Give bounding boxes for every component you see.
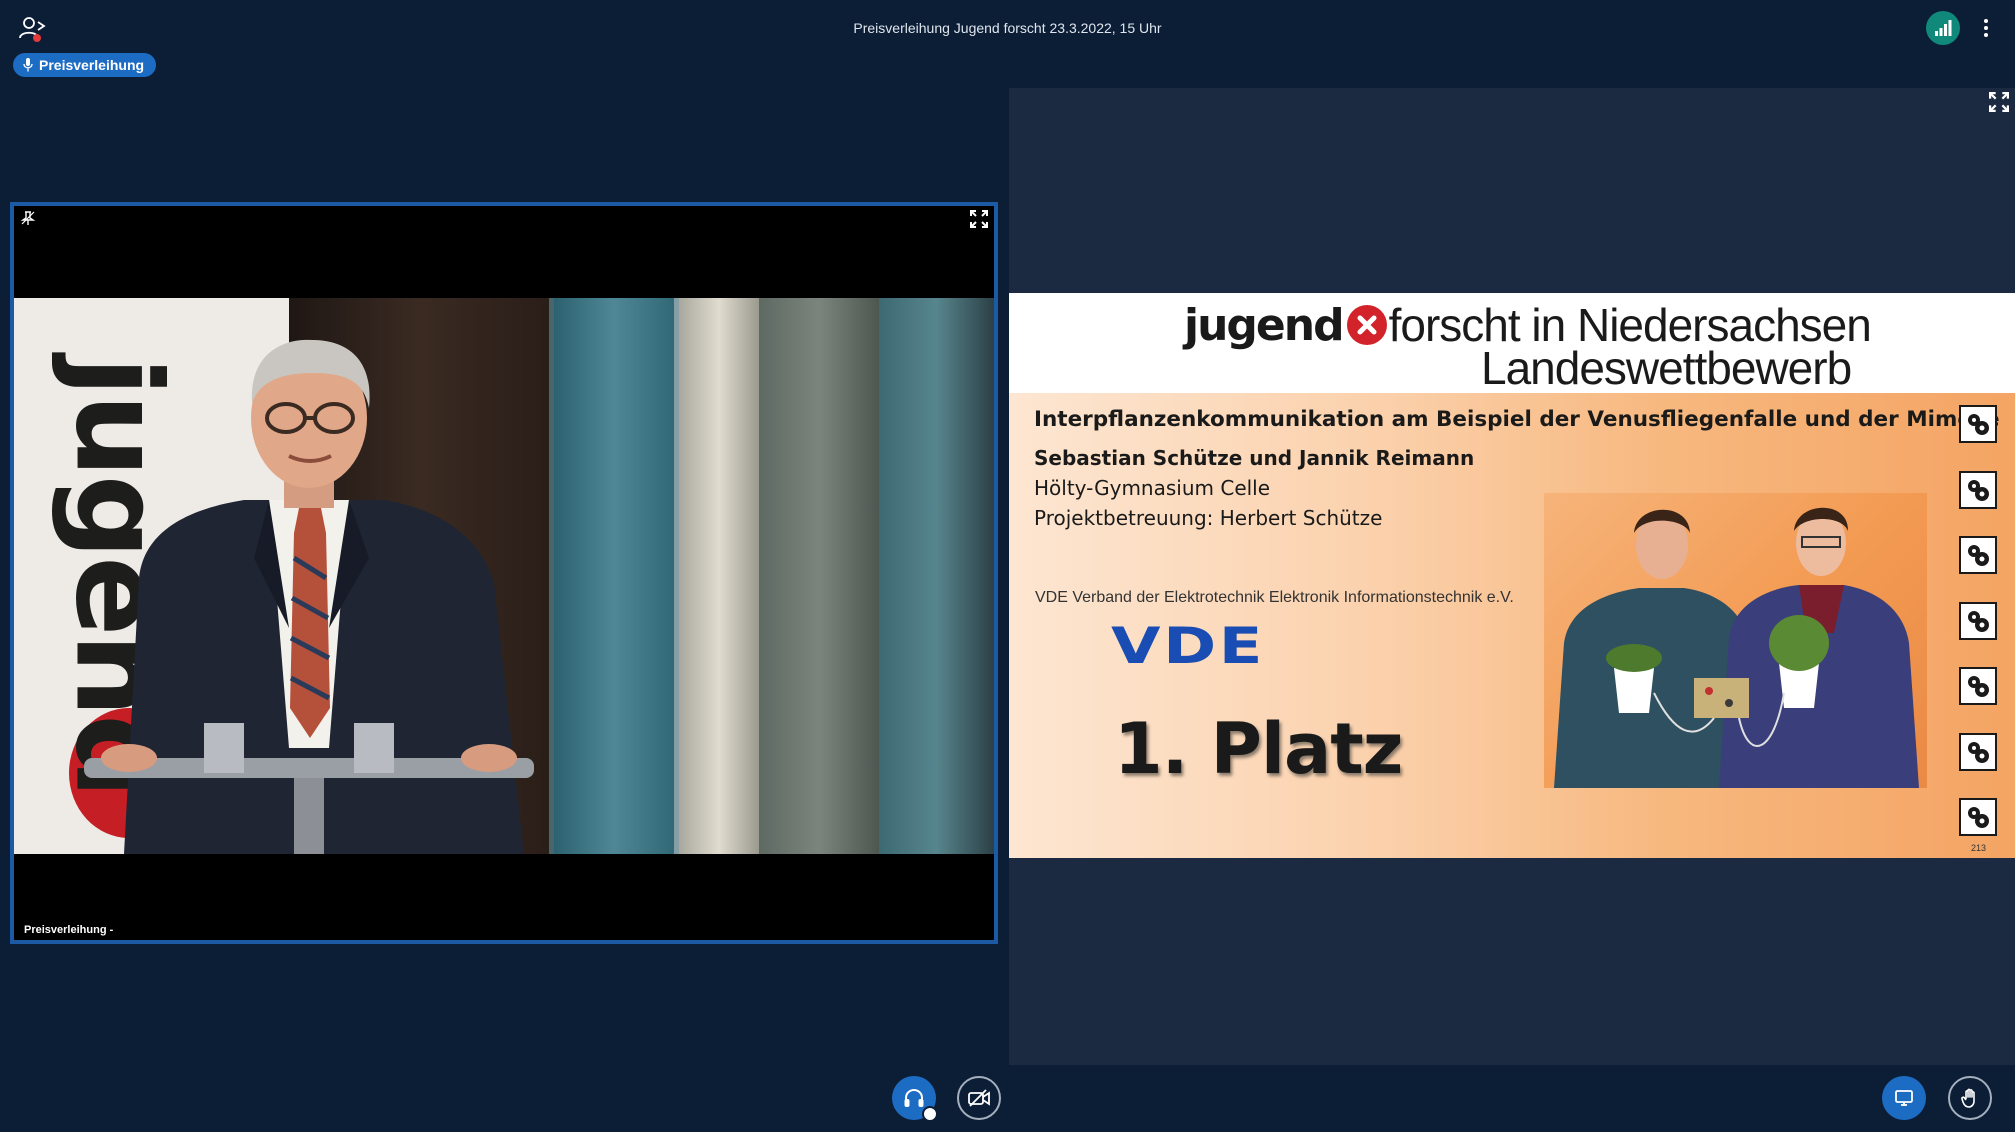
prize-label: 1. Platz — [1114, 708, 1403, 790]
gear-icon[interactable] — [1959, 667, 1997, 705]
microphone-icon — [23, 58, 33, 72]
signal-bars-icon — [1935, 20, 1952, 36]
slide-page-number: 213 — [1971, 843, 1987, 853]
hand-icon — [1961, 1088, 1975, 1108]
stage-curtain — [879, 298, 994, 854]
options-menu-button[interactable] — [1978, 15, 1994, 41]
slide-side-icons — [1959, 405, 1999, 858]
project-authors: Sebastian Schütze und Jannik Reimann — [1034, 446, 1475, 470]
project-school: Hölty-Gymnasium Celle — [1034, 476, 1271, 500]
presentation-area: jugend forscht in Niedersachsen Landeswe… — [1009, 88, 2015, 1065]
connection-status-button[interactable] — [1926, 11, 1960, 45]
winners-photo — [1544, 493, 1927, 788]
gear-icon[interactable] — [1959, 536, 1997, 574]
pin-button[interactable] — [20, 210, 38, 228]
stage-curtain — [759, 298, 879, 854]
stage-curtain — [554, 298, 674, 854]
fullscreen-presentation-button[interactable] — [1989, 92, 2011, 114]
gear-icon[interactable] — [1959, 798, 1997, 836]
kebab-menu-icon — [1984, 19, 1988, 37]
badge-label: Preisverleihung — [39, 57, 145, 73]
top-bar: Preisverleihung Jugend forscht 23.3.2022… — [0, 0, 2015, 58]
headphones-icon — [904, 1088, 924, 1107]
speaker-figure — [84, 339, 534, 854]
video-button[interactable] — [957, 1076, 1001, 1120]
vde-logo: VDE — [1111, 617, 1266, 675]
webcam-video: jugend — [14, 298, 994, 854]
gear-icon[interactable] — [1959, 732, 1997, 771]
expand-icon — [1989, 92, 2009, 112]
slide-body: Interpflanzenkommunikation am Beispiel d… — [1009, 393, 2015, 858]
stage-curtain — [679, 298, 759, 854]
project-title: Interpflanzenkommunikation am Beispiel d… — [1034, 407, 2000, 432]
talking-indicator-badge[interactable]: Preisverleihung — [13, 53, 157, 77]
webcam-tile[interactable]: jugend Preisverleihung - — [10, 202, 998, 944]
gear-icon[interactable] — [1959, 405, 1997, 443]
logo-word: jugend — [1184, 299, 1345, 351]
sponsor-name: VDE Verband der Elektrotechnik Elektroni… — [1035, 589, 1514, 606]
slide-subtitle: Landeswettbewerb — [1481, 342, 1852, 394]
pin-icon — [20, 211, 36, 225]
audio-options-indicator[interactable] — [922, 1106, 938, 1122]
fullscreen-webcam-button[interactable] — [970, 210, 990, 230]
raise-hand-button[interactable] — [1948, 1076, 1992, 1120]
audio-button[interactable] — [892, 1076, 938, 1122]
slide-header: jugend forscht in Niedersachsen Landeswe… — [1009, 293, 2015, 394]
meeting-title: Preisverleihung Jugend forscht 23.3.2022… — [853, 20, 1162, 36]
logo-star-icon — [1346, 305, 1387, 345]
camera-off-icon — [968, 1089, 990, 1107]
presentation-slide: jugend forscht in Niedersachsen Landeswe… — [1009, 293, 2015, 858]
screen-share-button[interactable] — [1882, 1076, 1926, 1120]
project-supervision: Projektbetreuung: Herbert Schütze — [1034, 506, 1383, 530]
webcam-user-name: Preisverleihung - — [24, 924, 114, 936]
gear-icon[interactable] — [1959, 601, 1997, 640]
gear-icon[interactable] — [1959, 470, 1997, 509]
screen-share-icon — [1895, 1090, 1913, 1106]
expand-icon — [970, 210, 988, 228]
